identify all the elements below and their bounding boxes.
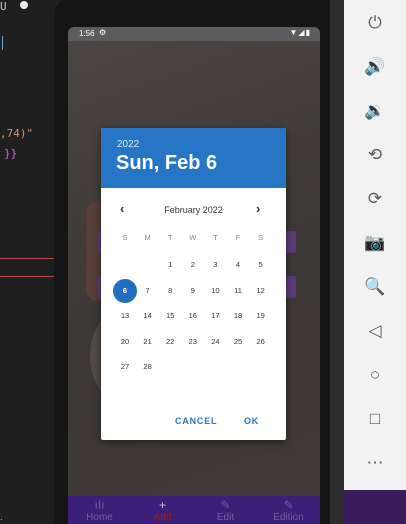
ok-button[interactable]: OK bbox=[244, 416, 259, 426]
cancel-button[interactable]: CANCEL bbox=[175, 416, 217, 426]
nav-label: Edition bbox=[273, 512, 304, 523]
year-label[interactable]: 2022 bbox=[117, 139, 139, 150]
overview-icon[interactable]: □ bbox=[358, 404, 392, 434]
calendar-day[interactable]: 8 bbox=[158, 279, 182, 303]
rotate-right-icon[interactable]: ⟳ bbox=[358, 184, 392, 214]
indent-guide bbox=[2, 36, 3, 50]
weekday-label: W bbox=[189, 233, 197, 242]
plus-icon: + bbox=[158, 498, 166, 512]
calendar-day[interactable]: 28 bbox=[136, 355, 160, 379]
calendar-day[interactable]: 20 bbox=[113, 330, 137, 354]
calendar-day[interactable]: 7 bbox=[136, 279, 160, 303]
weekday-label: S bbox=[258, 233, 264, 242]
weekday-label: T bbox=[167, 233, 173, 242]
status-bar: 1:56 ⚙ ▼◢▮ bbox=[68, 27, 320, 41]
weekday-header: SMTWTFS bbox=[113, 233, 281, 245]
nav-label: Home bbox=[86, 512, 113, 523]
zoom-icon[interactable]: 🔍 bbox=[358, 272, 392, 302]
pencil-icon: ✎ bbox=[220, 498, 231, 512]
calendar-day[interactable]: 18 bbox=[226, 304, 250, 328]
weekday-label: T bbox=[213, 233, 218, 242]
more-icon[interactable]: ⋯ bbox=[358, 448, 392, 478]
calendar-day[interactable]: 16 bbox=[181, 304, 205, 328]
bar-chart-icon: ıIı bbox=[94, 498, 105, 512]
nav-item-edition[interactable]: ✎ Edition bbox=[257, 496, 320, 524]
power-icon[interactable]: ⏻ bbox=[358, 8, 392, 38]
nav-item-add[interactable]: + Add bbox=[131, 496, 194, 524]
calendar-day[interactable]: 2 bbox=[181, 253, 205, 277]
calendar-day[interactable]: 19 bbox=[249, 304, 273, 328]
calendar-day[interactable]: 11 bbox=[226, 279, 250, 303]
weekday-label: S bbox=[122, 233, 128, 242]
calendar-day[interactable]: 17 bbox=[203, 304, 227, 328]
selected-day[interactable]: 6 bbox=[113, 278, 137, 303]
pencil-icon: ✎ bbox=[283, 498, 294, 512]
nav-label: Add bbox=[153, 512, 172, 523]
calendar-day[interactable]: 26 bbox=[249, 330, 273, 354]
calendar-day[interactable]: 27 bbox=[113, 355, 137, 379]
highlighted-line bbox=[0, 258, 58, 277]
camera-icon[interactable]: 📷 bbox=[358, 228, 392, 258]
calendar-day[interactable]: 9 bbox=[181, 279, 205, 303]
calendar-day[interactable]: 24 bbox=[203, 330, 227, 354]
calendar-day[interactable]: 4 bbox=[226, 253, 250, 277]
code-line: U bbox=[0, 0, 7, 13]
calendar-day[interactable]: 1 bbox=[158, 253, 182, 277]
calendar-day[interactable]: 10 bbox=[203, 279, 227, 303]
weekday-label: F bbox=[235, 233, 241, 242]
calendar-day[interactable]: 21 bbox=[136, 330, 160, 354]
code-editor-strip: U ,74)" }} . bbox=[0, 0, 58, 524]
volume-down-icon[interactable]: 🔉 bbox=[358, 96, 392, 126]
code-line: ,74)" bbox=[0, 127, 34, 140]
frame-edge bbox=[330, 0, 344, 524]
code-line: . bbox=[0, 512, 3, 522]
back-icon[interactable]: ◁ bbox=[358, 316, 392, 346]
unsaved-dot-icon bbox=[20, 1, 28, 9]
rotate-left-icon[interactable]: ⟲ bbox=[358, 140, 392, 170]
nav-item-home[interactable]: ıIı Home bbox=[68, 496, 131, 524]
calendar-day[interactable]: 5 bbox=[249, 253, 273, 277]
nav-item-edit[interactable]: ✎ Edit bbox=[194, 496, 257, 524]
date-picker-dialog: 2022 Sun, Feb 6 ‹ February 2022 › SMTWTF… bbox=[101, 128, 286, 440]
status-time: 1:56 bbox=[79, 29, 95, 38]
date-picker-header: 2022 Sun, Feb 6 bbox=[101, 128, 286, 188]
dialog-actions: CANCEL OK bbox=[101, 416, 286, 432]
calendar-day[interactable]: 13 bbox=[113, 304, 137, 328]
volume-up-icon[interactable]: 🔊 bbox=[358, 52, 392, 82]
calendar-day[interactable]: 3 bbox=[203, 253, 227, 277]
desktop-background bbox=[344, 490, 406, 524]
home-icon[interactable]: ○ bbox=[358, 360, 392, 390]
signal-battery-icon: ▼◢▮ bbox=[289, 28, 311, 37]
settings-icon: ⚙ bbox=[99, 28, 107, 37]
selected-date-label: Sun, Feb 6 bbox=[116, 152, 218, 174]
calendar-day[interactable]: 22 bbox=[158, 330, 182, 354]
month-navigation: ‹ February 2022 › bbox=[101, 201, 286, 219]
bottom-navigation: ıIı Home + Add ✎ Edit ✎ Edition bbox=[68, 496, 320, 524]
weekday-label: M bbox=[144, 233, 151, 242]
nav-label: Edit bbox=[216, 512, 235, 523]
calendar-day[interactable]: 14 bbox=[136, 304, 160, 328]
calendar-day[interactable]: 23 bbox=[181, 330, 205, 354]
calendar-day[interactable]: 12 bbox=[249, 279, 273, 303]
calendar-day[interactable]: 25 bbox=[226, 330, 250, 354]
chevron-right-icon[interactable]: › bbox=[256, 201, 268, 216]
calendar-day[interactable]: 15 bbox=[158, 304, 182, 328]
emulator-toolbar: ⏻ 🔊 🔉 ⟲ ⟳ 📷 🔍 ◁ ○ □ ⋯ bbox=[344, 0, 406, 490]
code-line: }} bbox=[4, 147, 18, 160]
